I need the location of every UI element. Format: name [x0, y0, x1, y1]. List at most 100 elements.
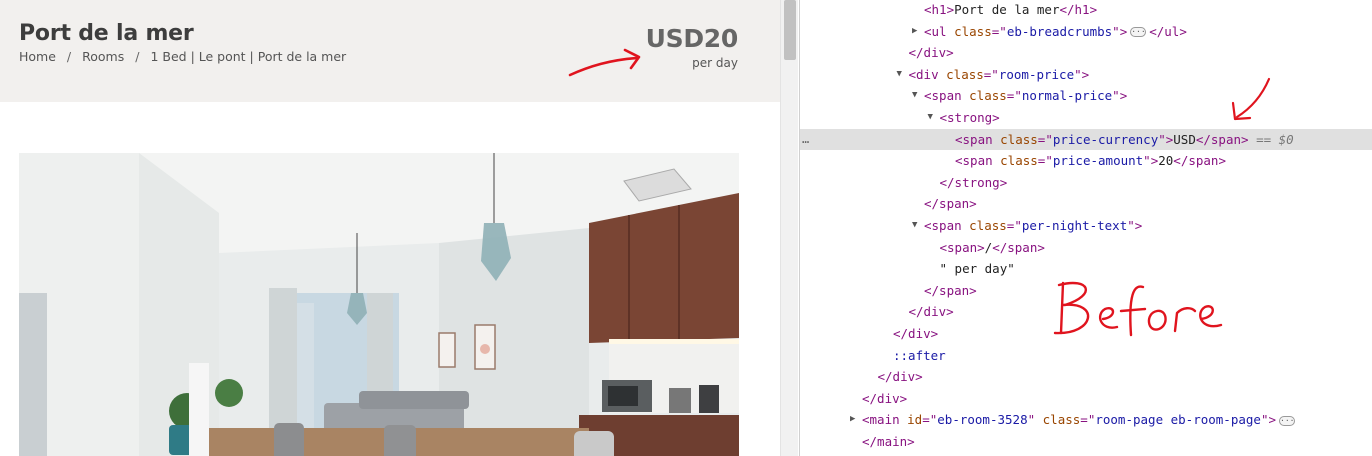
- dom-node-content[interactable]: <div class="room-price">: [909, 64, 1090, 86]
- dom-token-pseudo: ::after: [893, 347, 946, 363]
- dom-token-txt: 20: [1158, 153, 1174, 169]
- dom-token-tag: </div>: [862, 390, 908, 406]
- dom-token-attr: class: [969, 218, 1007, 233]
- dom-node-content[interactable]: <span class="per-night-text">: [924, 215, 1142, 237]
- annotation-arrow-icon: [568, 48, 641, 77]
- dom-token-tag: <ul: [924, 23, 955, 39]
- dom-node-content[interactable]: <main id="eb-room-3528" class="room-page…: [862, 409, 1298, 431]
- dom-node-content[interactable]: <span>/</span>: [940, 237, 1045, 259]
- expand-triangle-open-icon[interactable]: ▼: [928, 107, 933, 129]
- dom-token-val: room-page eb-room-page: [1095, 412, 1261, 428]
- scrollbar-thumb[interactable]: [784, 0, 796, 60]
- dom-token-eq: == $0: [1248, 131, 1294, 147]
- breadcrumb-home[interactable]: Home: [19, 49, 56, 64]
- dom-token-tag: ": [1027, 412, 1043, 428]
- node-actions-ellipsis-icon[interactable]: …: [802, 129, 810, 151]
- dom-token-tag: =": [991, 23, 1007, 39]
- dom-node-line[interactable]: ▼ <strong>: [800, 107, 1372, 129]
- expand-triangle-open-icon[interactable]: ▼: [912, 85, 917, 107]
- breadcrumb-rooms[interactable]: Rooms: [82, 49, 124, 64]
- dom-token-tag: </div>: [908, 45, 954, 61]
- dom-token-tag: <main: [862, 412, 908, 428]
- dom-node-content[interactable]: <span class="price-currency">USD</span> …: [955, 129, 1294, 151]
- dom-token-tag: </div>: [877, 369, 923, 385]
- dom-token-tag: </h1>: [1059, 2, 1098, 17]
- expand-triangle-closed-icon[interactable]: ▶: [850, 409, 855, 431]
- collapsed-children-ellipsis-icon[interactable]: ···: [1279, 415, 1295, 426]
- dom-token-tag: </span>: [924, 282, 977, 298]
- dom-node-content[interactable]: </div>: [878, 366, 923, 388]
- dom-token-tag: ">: [1260, 412, 1276, 428]
- room-photo: [19, 153, 739, 456]
- dom-token-val: normal-price: [1021, 88, 1113, 104]
- dom-token-attr: class: [1042, 412, 1081, 428]
- dom-node-content[interactable]: </span>: [924, 193, 977, 215]
- dom-node-content[interactable]: </div>: [909, 42, 954, 64]
- dom-node-content[interactable]: " per day": [940, 258, 1015, 280]
- dom-node-line[interactable]: </main>: [800, 431, 1372, 453]
- breadcrumb-current: 1 Bed | Le pont | Port de la mer: [150, 49, 347, 64]
- dom-node-line[interactable]: <span>/</span>: [800, 237, 1372, 259]
- dom-token-txt: " per day": [939, 261, 1015, 277]
- dom-node-content[interactable]: <ul class="eb-breadcrumbs"> ··· </ul>: [924, 21, 1187, 43]
- dom-node-line[interactable]: ▶ <ul class="eb-breadcrumbs"> ··· </ul>: [800, 21, 1372, 43]
- dom-node-line[interactable]: <span class="price-amount">20</span>: [800, 150, 1372, 172]
- dom-token-tag: </ul>: [1149, 23, 1187, 39]
- dom-node-content[interactable]: <h1>Port de la mer</h1>: [924, 0, 1097, 21]
- dom-token-val: price-currency: [1052, 131, 1159, 147]
- dom-token-tag: </span>: [1195, 131, 1249, 147]
- dom-token-tag: ">: [1074, 66, 1090, 82]
- dom-node-content[interactable]: </div>: [909, 301, 954, 323]
- page-scrollbar[interactable]: [780, 0, 798, 456]
- dom-token-tag: ">: [1112, 23, 1128, 39]
- collapsed-children-ellipsis-icon[interactable]: ···: [1130, 27, 1147, 38]
- room-price: USD20 per day: [645, 24, 739, 70]
- dom-node-content[interactable]: <span class="normal-price">: [924, 85, 1127, 107]
- dom-node-content[interactable]: </div>: [862, 388, 907, 410]
- dom-token-tag: <span: [924, 88, 970, 104]
- dom-token-val: per-night-text: [1021, 218, 1128, 233]
- dom-node-content[interactable]: <span class="price-amount">20</span>: [955, 150, 1226, 172]
- dom-token-txt: USD: [1173, 131, 1196, 147]
- devtools-elements-panel: <h1>Port de la mer</h1> ▶ <ul class="eb-br…: [799, 0, 1372, 456]
- price-value: USD20: [645, 24, 739, 53]
- breadcrumb-separator: /: [135, 49, 140, 64]
- dom-token-tag: <span: [924, 218, 970, 233]
- dom-node-content[interactable]: </div>: [893, 323, 938, 345]
- dom-token-attr: class: [946, 66, 984, 82]
- expand-triangle-open-icon[interactable]: ▼: [912, 215, 917, 237]
- dom-token-val: room-price: [998, 66, 1075, 82]
- expand-triangle-closed-icon[interactable]: ▶: [912, 21, 917, 43]
- dom-token-attr: class: [969, 88, 1007, 104]
- dom-node-line[interactable]: ▼ <span class="per-night-text">: [800, 215, 1372, 237]
- dom-token-attr: id: [907, 412, 923, 428]
- dom-token-val: eb-room-3528: [937, 412, 1028, 428]
- dom-node-content[interactable]: ::after: [893, 345, 946, 367]
- dom-node-line[interactable]: ▼ <span class="normal-price">: [800, 85, 1372, 107]
- dom-node-line[interactable]: ▶ <main id="eb-room-3528" class="room-pag…: [800, 409, 1372, 431]
- dom-node-line[interactable]: ▼ <div class="room-price">: [800, 64, 1372, 86]
- dom-token-tag: <h1>: [924, 2, 955, 17]
- dom-node-content[interactable]: </span>: [924, 280, 977, 302]
- dom-node-line[interactable]: </div>: [800, 366, 1372, 388]
- expand-triangle-open-icon[interactable]: ▼: [897, 64, 902, 86]
- dom-token-attr: class: [1000, 131, 1038, 147]
- dom-token-tag: ">: [1112, 88, 1128, 104]
- dom-node-line[interactable]: </div>: [800, 42, 1372, 64]
- dom-token-tag: </span>: [1173, 153, 1226, 169]
- dom-node-line[interactable]: <h1>Port de la mer</h1>: [800, 0, 1372, 21]
- dom-node-content[interactable]: </main>: [862, 431, 915, 453]
- dom-node-line[interactable]: </strong>: [800, 172, 1372, 194]
- page-title: Port de la mer: [19, 21, 194, 46]
- dom-token-tag: </main>: [862, 434, 915, 449]
- dom-node-line[interactable]: </div>: [800, 388, 1372, 410]
- dom-node-line[interactable]: </span>: [800, 193, 1372, 215]
- dom-token-tag: </div>: [908, 304, 954, 320]
- dom-node-selected[interactable]: … <span class="price-currency">USD</span>…: [800, 128, 1372, 151]
- dom-token-tag: </span>: [992, 239, 1045, 255]
- dom-node-content[interactable]: <strong>: [940, 107, 1000, 129]
- dom-token-txt: Port de la mer: [954, 2, 1060, 17]
- dom-token-tag: =": [1080, 412, 1096, 428]
- handwritten-before-note: [1053, 281, 1223, 337]
- dom-node-content[interactable]: </strong>: [940, 172, 1008, 194]
